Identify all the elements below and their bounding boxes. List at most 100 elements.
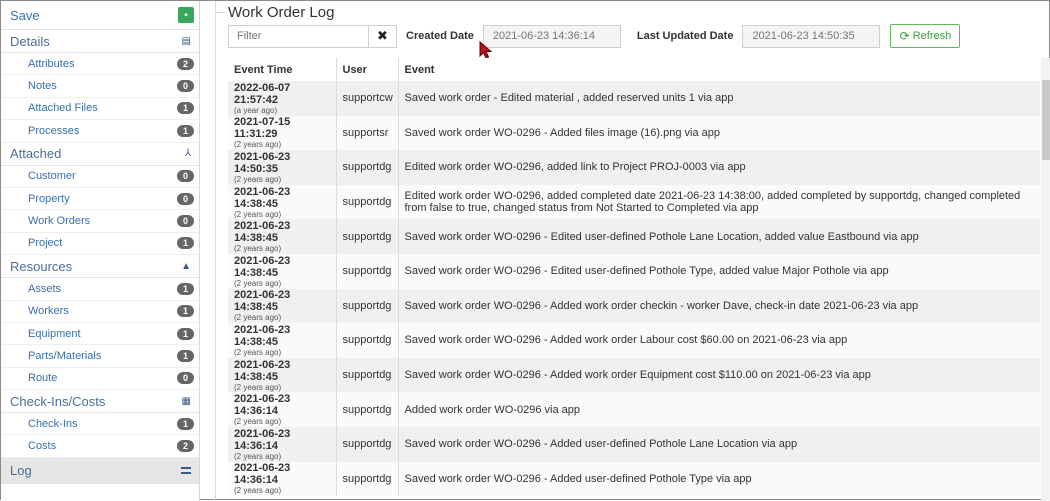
sidebar-item-workers[interactable]: Workers 1 bbox=[1, 301, 199, 323]
sidebar-item-project[interactable]: Project 1 bbox=[1, 233, 199, 256]
scrollbar[interactable] bbox=[1041, 58, 1050, 501]
event-time-cell: 2021-06-23 14:38:45 (2 years ago) bbox=[228, 323, 337, 358]
last-updated-date-field: 2021-06-23 14:50:35 bbox=[742, 24, 881, 48]
table-row[interactable]: 2021-06-23 14:50:35 (2 years ago) supportd… bbox=[228, 150, 1040, 185]
table-row[interactable]: 2021-06-23 14:36:14 (2 years ago) supportd… bbox=[228, 426, 1040, 462]
sidebar-item-attached-files[interactable]: Attached Files 1 bbox=[1, 98, 199, 121]
section-resources[interactable]: Resources ▲ bbox=[1, 255, 199, 279]
event-time-relative: (2 years ago) bbox=[234, 486, 282, 496]
scrollbar-thumb bbox=[1042, 80, 1050, 160]
column-header-event[interactable]: Event bbox=[398, 58, 1040, 81]
close-icon: ✖ bbox=[377, 28, 388, 43]
event-time-relative: (2 years ago) bbox=[234, 347, 282, 357]
count-badge: 1 bbox=[177, 327, 194, 340]
event-cell: Saved work order WO-0296 - Added files i… bbox=[398, 115, 1040, 151]
sidebar-item-route[interactable]: Route 0 bbox=[1, 368, 199, 391]
count-badge: 1 bbox=[177, 349, 194, 362]
last-updated-date-label: Last Updated Date bbox=[636, 30, 734, 42]
event-time: 2021-06-23 14:38:45 bbox=[234, 254, 291, 279]
section-log[interactable]: Log bbox=[1, 457, 199, 484]
sidebar-item-label: Customer bbox=[28, 170, 76, 183]
clear-filter-button[interactable]: ✖ bbox=[368, 24, 397, 48]
user-cell: supportdg bbox=[336, 426, 399, 462]
sidebar-item-label: Project bbox=[28, 237, 63, 250]
section-details[interactable]: Details ▤ bbox=[1, 30, 199, 53]
table-row[interactable]: 2021-06-23 14:38:45 (2 years ago) supportd… bbox=[228, 357, 1040, 393]
sidebar: Save ▪ Details ▤ Attributes 2 Notes 0 Atta… bbox=[1, 1, 200, 501]
count-badge: 1 bbox=[177, 417, 194, 430]
sidebar-item-label: Parts/Materials bbox=[28, 349, 102, 362]
event-time-cell: 2021-06-23 14:36:14 (2 years ago) bbox=[228, 461, 337, 497]
ledger-icon: ▦ bbox=[181, 395, 191, 407]
main-panel: Work Order Log ✖ Created Date 2021-06-23… bbox=[215, 1, 1050, 501]
event-time-relative: (2 years ago) bbox=[234, 174, 282, 184]
event-cell: Edited work order WO-0296, added link to… bbox=[398, 150, 1040, 185]
sidebar-item-label: Costs bbox=[28, 440, 57, 453]
filter-field[interactable] bbox=[228, 24, 368, 48]
sidebar-item-property[interactable]: Property 0 bbox=[1, 188, 199, 211]
table-row[interactable]: 2021-06-23 14:36:14 (2 years ago) supportd… bbox=[228, 461, 1040, 497]
table-row[interactable]: 2021-07-15 11:31:29 (2 years ago) supports… bbox=[228, 115, 1040, 151]
sidebar-item-label: Equipment bbox=[28, 327, 81, 340]
sidebar-item-work-orders[interactable]: Work Orders 0 bbox=[1, 210, 199, 233]
count-badge: 0 bbox=[177, 80, 194, 93]
event-cell: Saved work order - Edited material , add… bbox=[398, 81, 1040, 116]
filter-input[interactable] bbox=[235, 29, 365, 43]
save-button[interactable]: Save ▪ bbox=[1, 1, 199, 30]
sidebar-item-label: Attached Files bbox=[28, 102, 98, 115]
event-time: 2021-06-23 14:38:45 bbox=[234, 185, 291, 210]
section-attached[interactable]: Attached ⅄ bbox=[1, 142, 199, 166]
table-row[interactable]: 2021-06-23 14:38:45 (2 years ago) supportd… bbox=[228, 253, 1040, 289]
user-cell: supportdg bbox=[336, 184, 399, 220]
sidebar-item-assets[interactable]: Assets 1 bbox=[1, 278, 199, 301]
event-time: 2021-07-15 11:31:29 bbox=[234, 116, 291, 141]
log-table-container: Event Time User Event 2022-06-07 21:57:4… bbox=[228, 58, 1040, 497]
table-row[interactable]: 2022-06-07 21:57:42 (a year ago) supportcw… bbox=[228, 81, 1040, 116]
count-badge: 2 bbox=[177, 440, 194, 453]
user-cell: supportdg bbox=[336, 288, 399, 324]
table-row[interactable]: 2021-06-23 14:38:45 (2 years ago) supportd… bbox=[228, 323, 1040, 358]
sidebar-item-equipment[interactable]: Equipment 1 bbox=[1, 323, 199, 346]
table-row[interactable]: 2021-06-23 14:36:14 (2 years ago) supportd… bbox=[228, 392, 1040, 427]
refresh-label: Refresh bbox=[912, 30, 952, 42]
sidebar-item-costs[interactable]: Costs 2 bbox=[1, 435, 199, 458]
user-cell: supportdg bbox=[336, 392, 399, 427]
list-icon bbox=[181, 467, 191, 475]
section-label: Attached bbox=[10, 146, 62, 162]
event-time-relative: (2 years ago) bbox=[234, 417, 282, 427]
sidebar-item-label: Processes bbox=[28, 124, 80, 137]
count-badge: 2 bbox=[177, 57, 194, 70]
event-time-cell: 2021-07-15 11:31:29 (2 years ago) bbox=[228, 115, 337, 151]
section-check-ins-costs[interactable]: Check-Ins/Costs ▦ bbox=[1, 390, 199, 414]
event-time: 2021-06-23 14:38:45 bbox=[234, 358, 291, 383]
column-header-user[interactable]: User bbox=[336, 58, 399, 81]
event-time-cell: 2021-06-23 14:36:14 (2 years ago) bbox=[228, 392, 337, 427]
refresh-icon: ⟳ bbox=[899, 29, 910, 43]
user-cell: supportdg bbox=[336, 357, 399, 393]
event-cell: Added work order WO-0296 via app bbox=[398, 392, 1040, 427]
event-cell: Saved work order WO-0296 - Added user-de… bbox=[398, 426, 1040, 462]
event-cell: Saved work order WO-0296 - Added work or… bbox=[398, 357, 1040, 393]
column-header-event-time[interactable]: Event Time bbox=[228, 58, 337, 81]
mouse-cursor-icon bbox=[479, 41, 493, 59]
sidebar-item-notes[interactable]: Notes 0 bbox=[1, 75, 199, 98]
event-time: 2021-06-23 14:38:45 bbox=[234, 289, 291, 314]
sidebar-item-check-ins[interactable]: Check-Ins 1 bbox=[1, 413, 199, 436]
sidebar-item-attributes[interactable]: Attributes 2 bbox=[1, 53, 199, 76]
page-title: Work Order Log bbox=[228, 4, 335, 21]
save-label: Save bbox=[10, 7, 40, 23]
event-cell: Saved work order WO-0296 - Edited user-d… bbox=[398, 253, 1040, 289]
sidebar-item-parts-materials[interactable]: Parts/Materials 1 bbox=[1, 345, 199, 368]
sidebar-item-customer[interactable]: Customer 0 bbox=[1, 166, 199, 188]
sidebar-item-label: Attributes bbox=[28, 57, 75, 70]
refresh-button[interactable]: ⟳ Refresh bbox=[890, 24, 961, 48]
table-icon: ▤ bbox=[181, 35, 191, 47]
table-row[interactable]: 2021-06-23 14:38:45 (2 years ago) supportd… bbox=[228, 219, 1040, 254]
table-row[interactable]: 2021-06-23 14:38:45 (2 years ago) supportd… bbox=[228, 184, 1040, 220]
section-label: Details bbox=[10, 33, 50, 49]
event-time-relative: (a year ago) bbox=[234, 105, 278, 115]
sidebar-item-processes[interactable]: Processes 1 bbox=[1, 120, 199, 143]
created-date-field: 2021-06-23 14:36:14 bbox=[482, 24, 621, 48]
table-row[interactable]: 2021-06-23 14:38:45 (2 years ago) supportd… bbox=[228, 288, 1040, 324]
sidebar-item-label: Assets bbox=[28, 282, 62, 295]
